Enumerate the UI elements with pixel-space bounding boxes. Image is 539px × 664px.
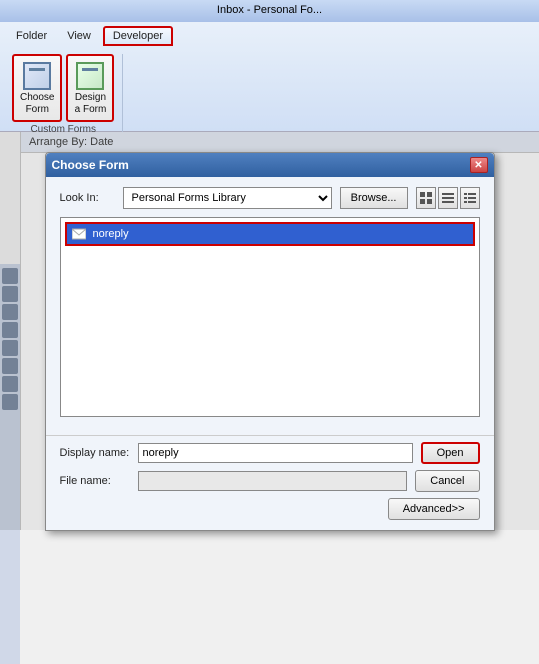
display-name-row: Display name: Open <box>60 442 480 464</box>
view-details-button[interactable] <box>460 187 480 209</box>
open-button[interactable]: Open <box>421 442 480 464</box>
ribbon-group-buttons: ChooseForm Designa Form <box>12 54 114 122</box>
form-item-label: noreply <box>93 228 129 240</box>
form-icon-shape <box>23 62 51 90</box>
ribbon: Folder View Developer ChooseForm Designa… <box>0 22 539 132</box>
design-icon-shape <box>76 62 104 90</box>
choose-form-icon <box>21 60 53 92</box>
choose-form-label: ChooseForm <box>20 92 54 116</box>
ribbon-group-custom-forms: ChooseForm Designa Form Custom Forms <box>12 54 123 135</box>
title-bar-text: Inbox - Personal Fo... <box>217 4 322 16</box>
dialog-footer: Display name: Open File name: Cancel Adv… <box>46 435 494 530</box>
large-icons-icon <box>420 192 432 204</box>
form-list-item[interactable]: noreply <box>65 222 475 246</box>
file-name-input[interactable] <box>138 471 408 491</box>
dialog-overlay: Choose Form ✕ Look In: Personal Forms Li… <box>0 132 539 530</box>
choose-form-dialog: Choose Form ✕ Look In: Personal Forms Li… <box>45 152 495 531</box>
cancel-button[interactable]: Cancel <box>415 470 479 492</box>
forms-list-area: noreply <box>60 217 480 417</box>
ribbon-content: ChooseForm Designa Form Custom Forms <box>8 50 531 139</box>
look-in-select[interactable]: Personal Forms Library <box>123 187 332 209</box>
advanced-row: Advanced>> <box>60 498 480 520</box>
display-name-label: Display name: <box>60 447 130 459</box>
ribbon-tabs: Folder View Developer <box>8 26 531 46</box>
tab-folder[interactable]: Folder <box>8 26 55 46</box>
design-form-button[interactable]: Designa Form <box>66 54 114 122</box>
view-large-icons-button[interactable] <box>416 187 436 209</box>
choose-form-button[interactable]: ChooseForm <box>12 54 62 122</box>
advanced-button[interactable]: Advanced>> <box>388 498 480 520</box>
dialog-titlebar: Choose Form ✕ <box>46 153 494 177</box>
display-name-input[interactable] <box>138 443 413 463</box>
dialog-close-button[interactable]: ✕ <box>470 157 488 173</box>
browse-button[interactable]: Browse... <box>340 187 408 209</box>
design-form-label: Designa Form <box>75 92 107 116</box>
file-name-label: File name: <box>60 475 130 487</box>
envelope-icon <box>72 227 86 241</box>
look-in-row: Look In: Personal Forms Library Browse..… <box>60 187 480 209</box>
dialog-body: Look In: Personal Forms Library Browse..… <box>46 177 494 435</box>
view-list-button[interactable] <box>438 187 458 209</box>
list-icon <box>442 192 454 204</box>
details-icon <box>464 192 476 204</box>
look-in-label: Look In: <box>60 192 115 204</box>
view-buttons <box>416 187 480 209</box>
design-form-icon <box>74 60 106 92</box>
tab-view[interactable]: View <box>59 26 99 46</box>
tab-developer[interactable]: Developer <box>103 26 173 46</box>
title-bar: Inbox - Personal Fo... <box>0 0 539 22</box>
file-name-row: File name: Cancel <box>60 470 480 492</box>
form-item-icon <box>71 226 87 242</box>
main-area: Arrange By: Date Choose Form ✕ Look In: … <box>0 132 539 530</box>
dialog-title: Choose Form <box>52 158 129 172</box>
